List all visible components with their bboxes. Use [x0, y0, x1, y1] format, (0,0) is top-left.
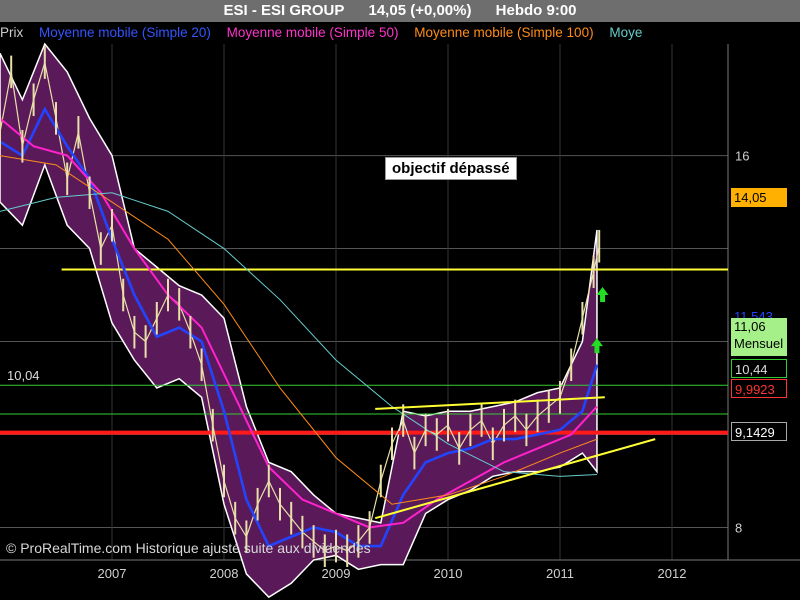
mensuel-value: 11,06 — [734, 319, 766, 334]
price-chart[interactable]: 81216200720082009201020112012 — [0, 0, 800, 600]
x-tick-label: 2011 — [546, 566, 574, 581]
x-tick-label: 2008 — [210, 566, 239, 581]
x-tick-label: 2009 — [322, 566, 351, 581]
y-tick-label: 8 — [735, 520, 742, 535]
green-level-label: 10,44 — [731, 359, 787, 378]
red-level-label: 9,9923 — [731, 379, 787, 398]
red-level-left-label: 10,04 — [7, 368, 40, 383]
x-tick-label: 2007 — [98, 566, 127, 581]
x-tick-label: 2010 — [434, 566, 463, 581]
y-tick-label: 16 — [735, 149, 749, 164]
copyright-notice: © ProRealTime.com Historique ajusté suit… — [6, 540, 371, 556]
mensuel-label: Mensuel — [734, 336, 784, 351]
mensuel-label-box: 11,06 Mensuel — [731, 318, 787, 356]
cyan-level-label: 9,1429 — [731, 422, 787, 441]
x-tick-label: 2012 — [658, 566, 687, 581]
last-price-label: 14,05 — [731, 188, 787, 207]
annotation-objectif: objectif dépassé — [385, 157, 517, 180]
